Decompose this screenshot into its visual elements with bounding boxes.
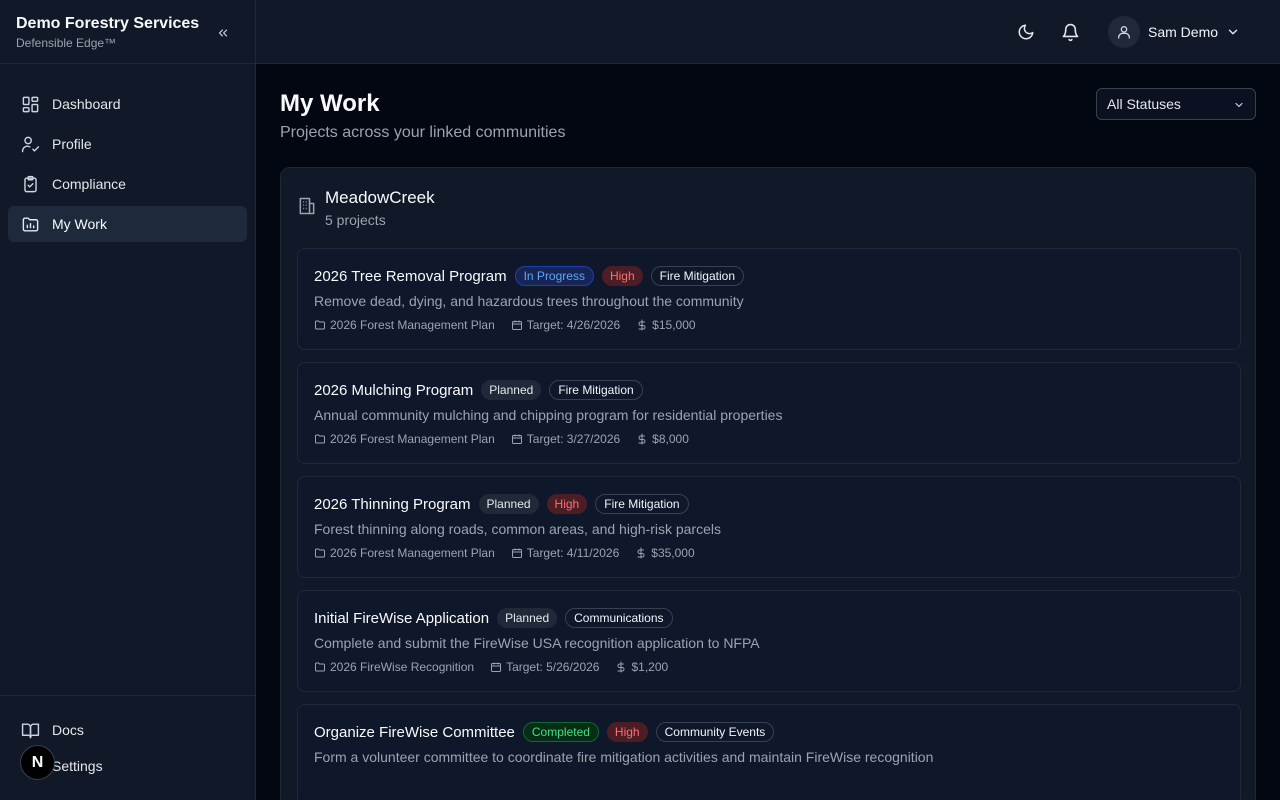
- sidebar-item-label: Docs: [52, 722, 84, 738]
- dashboard-icon: [20, 94, 40, 114]
- avatar: [1108, 16, 1140, 48]
- status-badge: Completed: [522, 722, 599, 742]
- project-title: Organize FireWise Committee: [314, 723, 515, 741]
- user-check-icon: [20, 134, 40, 154]
- dev-tools-badge[interactable]: N: [20, 745, 55, 780]
- project-plan: 2026 Forest Management Plan: [330, 546, 495, 560]
- project-target: Target: 3/27/2026: [526, 432, 621, 446]
- status-badge: Planned: [478, 494, 539, 514]
- sidebar-item-my-work[interactable]: My Work: [8, 206, 247, 242]
- sidebar-item-label: Profile: [52, 136, 92, 152]
- sidebar-item-compliance[interactable]: Compliance: [8, 166, 247, 202]
- community-name: MeadowCreek: [325, 188, 435, 207]
- dollar-icon: [638, 433, 646, 445]
- sidebar-item-dashboard[interactable]: Dashboard: [8, 86, 247, 122]
- project-plan: 2026 FireWise Recognition: [330, 660, 475, 674]
- community-group: MeadowCreek 5 projects 2026 Tree Removal…: [280, 167, 1256, 800]
- dev-tools-badge-letter: N: [31, 753, 44, 771]
- project-title: 2026 Thinning Program: [314, 495, 471, 513]
- project-budget: $8,000: [652, 432, 689, 446]
- sidebar-nav: Dashboard Profile Compliance My Work: [0, 64, 255, 242]
- folder-icon: [315, 434, 325, 444]
- dollar-icon: [617, 661, 625, 673]
- category-badge: Communications: [565, 608, 673, 628]
- main-content: My Work Projects across your linked comm…: [256, 64, 1280, 800]
- collapse-sidebar-button[interactable]: [212, 22, 234, 44]
- project-card[interactable]: 2026 Tree Removal Program In Progress Hi…: [297, 248, 1241, 350]
- page-title: My Work: [280, 90, 380, 117]
- priority-badge: High: [601, 266, 643, 286]
- project-title: 2026 Tree Removal Program: [314, 267, 507, 285]
- building-icon: [297, 196, 317, 216]
- chevron-down-icon: [1228, 29, 1238, 35]
- category-badge: Fire Mitigation: [650, 266, 744, 286]
- folder-icon: [315, 662, 325, 672]
- category-badge: Fire Mitigation: [595, 494, 689, 514]
- user-name: Sam Demo: [1148, 24, 1219, 40]
- category-badge: Fire Mitigation: [549, 380, 643, 400]
- status-badge: Planned: [481, 380, 542, 400]
- priority-badge: High: [606, 722, 648, 742]
- project-title: 2026 Mulching Program: [314, 381, 474, 399]
- calendar-icon: [511, 548, 522, 558]
- project-budget: $35,000: [651, 546, 695, 560]
- status-filter-value: All Statuses: [1107, 96, 1181, 112]
- project-card[interactable]: 2026 Mulching Program Planned Fire Mitig…: [297, 362, 1241, 464]
- dollar-icon: [638, 319, 646, 331]
- project-card[interactable]: Organize FireWise Committee Completed Hi…: [297, 704, 1241, 800]
- book-icon: [20, 720, 40, 740]
- sidebar-item-label: Dashboard: [52, 96, 121, 112]
- theme-toggle-button[interactable]: [1015, 21, 1037, 43]
- project-count: 5 projects: [325, 212, 386, 228]
- sidebar-item-profile[interactable]: Profile: [8, 126, 247, 162]
- project-description: Form a volunteer committee to coordinate…: [314, 749, 934, 765]
- notifications-button[interactable]: [1059, 21, 1081, 43]
- brand-title: Demo Forestry Services: [16, 15, 200, 32]
- chevrons-left-icon: [218, 29, 228, 37]
- project-description: Forest thinning along roads, common area…: [314, 521, 721, 537]
- status-badge: In Progress: [514, 266, 594, 286]
- calendar-icon: [511, 434, 522, 444]
- project-target: Target: 4/26/2026: [526, 318, 621, 332]
- project-budget: $15,000: [652, 318, 696, 332]
- project-target: Target: 4/11/2026: [526, 546, 620, 560]
- calendar-icon: [491, 662, 502, 672]
- chevron-down-icon: [1235, 102, 1243, 108]
- project-list: 2026 Tree Removal Program In Progress Hi…: [297, 248, 1241, 800]
- folder-icon: [315, 548, 325, 558]
- category-badge: Community Events: [655, 722, 775, 742]
- sidebar-item-label: Settings: [52, 758, 103, 774]
- project-plan: 2026 Forest Management Plan: [330, 432, 495, 446]
- status-badge: Planned: [497, 608, 558, 628]
- project-target: Target: 5/26/2026: [506, 660, 600, 674]
- folder-chart-icon: [20, 214, 40, 234]
- user-menu[interactable]: Sam Demo: [1108, 16, 1240, 48]
- sidebar-item-label: Compliance: [52, 176, 126, 192]
- project-description: Annual community mulching and chipping p…: [314, 407, 783, 423]
- dollar-icon: [637, 547, 645, 559]
- sidebar-item-docs[interactable]: Docs: [8, 712, 247, 748]
- user-icon: [1118, 26, 1130, 39]
- status-filter-select[interactable]: All Statuses: [1096, 88, 1256, 120]
- moon-icon: [1018, 24, 1034, 40]
- project-description: Complete and submit the FireWise USA rec…: [314, 635, 760, 651]
- project-card[interactable]: Initial FireWise Application Planned Com…: [297, 590, 1241, 692]
- calendar-icon: [511, 320, 522, 330]
- project-card[interactable]: 2026 Thinning Program Planned High Fire …: [297, 476, 1241, 578]
- page-subtitle: Projects across your linked communities: [280, 124, 566, 141]
- clipboard-check-icon: [20, 174, 40, 194]
- bell-icon: [1062, 23, 1078, 41]
- folder-icon: [315, 320, 325, 330]
- project-title: Initial FireWise Application: [314, 609, 490, 627]
- sidebar: Demo Forestry Services Defensible Edge™ …: [0, 0, 256, 800]
- brand-subtitle: Defensible Edge™: [16, 36, 117, 50]
- top-header: Sam Demo: [256, 0, 1280, 64]
- brand: Demo Forestry Services Defensible Edge™: [0, 0, 255, 64]
- project-budget: $1,200: [631, 660, 669, 674]
- priority-badge: High: [546, 494, 588, 514]
- project-plan: 2026 Forest Management Plan: [330, 318, 495, 332]
- project-description: Remove dead, dying, and hazardous trees …: [314, 293, 744, 309]
- sidebar-item-label: My Work: [52, 216, 107, 232]
